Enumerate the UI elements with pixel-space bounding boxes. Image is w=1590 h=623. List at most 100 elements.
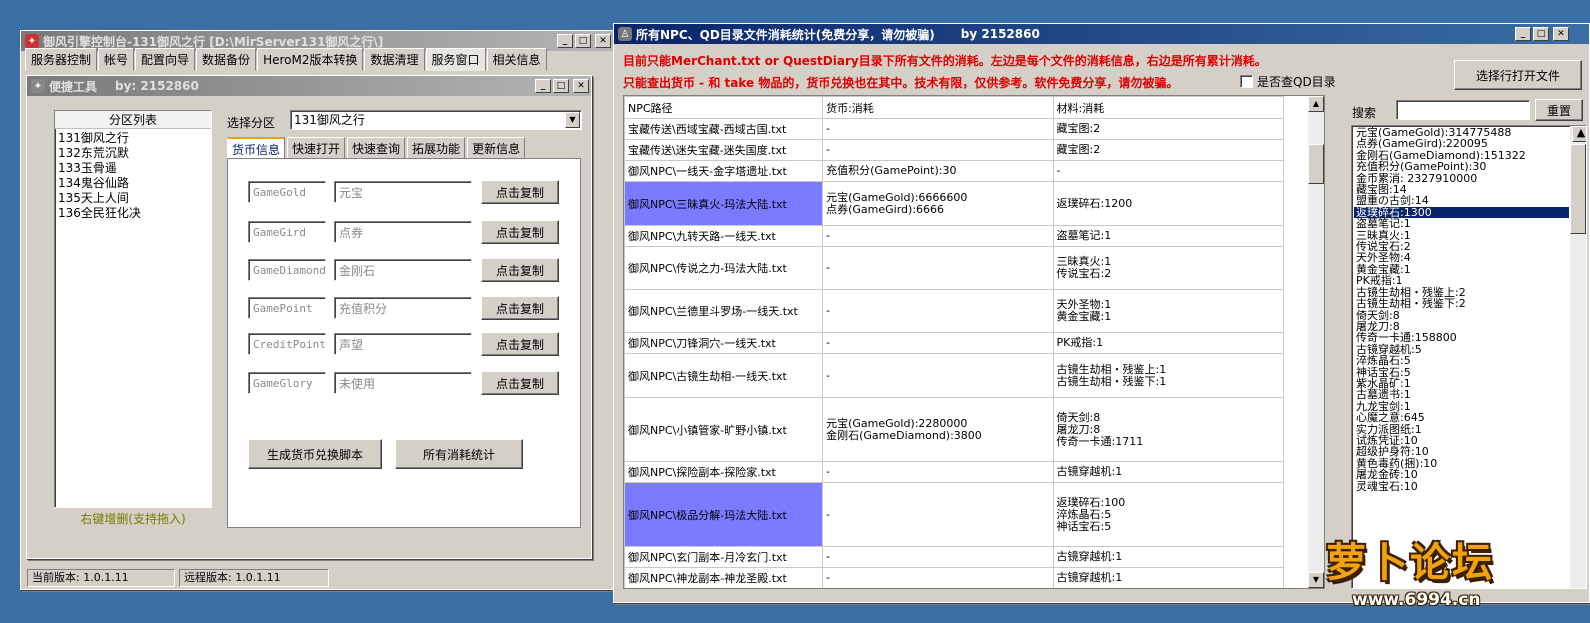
column-header-currency[interactable]: 货币:消耗 — [822, 96, 1054, 119]
maximize-button[interactable]: □ — [1533, 27, 1549, 41]
currency-cell[interactable]: 充值积分(GamePoint):30 — [822, 160, 1054, 182]
totals-item[interactable]: 屠龙金砖:10 — [1354, 469, 1569, 481]
partition-item[interactable]: 131御风之行 — [58, 131, 208, 146]
console-tab[interactable]: 帐号 — [98, 48, 135, 71]
console-tab[interactable]: 服务窗口 — [425, 48, 486, 71]
copy-button[interactable]: 点击复制 — [481, 296, 559, 320]
currency-cell[interactable]: - — [822, 546, 1054, 568]
column-header-npc-path[interactable]: NPC路径 — [624, 96, 824, 119]
totals-list[interactable]: 元宝(GameGold):314775488 点券(GameGird):22009… — [1351, 125, 1587, 589]
table-row[interactable]: 御风NPC\神龙副本-神龙圣殿.txt - 古镜穿越机:1 — [624, 567, 1285, 588]
scroll-thumb[interactable] — [1570, 144, 1586, 234]
material-cell[interactable]: 古镜生劫相・残鉴上:1 古镜生劫相・残鉴下:1 — [1052, 353, 1285, 398]
currency-name-field[interactable]: 声望 — [334, 333, 472, 355]
qd-checkbox[interactable]: 是否查QD目录 — [1240, 73, 1336, 90]
currency-cell[interactable]: - — [822, 289, 1054, 333]
material-cell[interactable]: PK戒指:1 — [1052, 332, 1285, 354]
totals-item[interactable]: 淬炼晶石:5 — [1354, 355, 1569, 367]
table-scrollbar[interactable]: ▲ ▼ — [1308, 96, 1324, 588]
currency-code-field[interactable]: GameGold — [248, 181, 326, 203]
copy-button[interactable]: 点击复制 — [481, 258, 559, 282]
currency-name-field[interactable]: 充值积分 — [334, 297, 472, 319]
npc-path-cell[interactable]: 御风NPC\传说之力-玛法大陆.txt — [624, 246, 824, 290]
npc-path-cell[interactable]: 御风NPC\古镜生劫相-一线天.txt — [624, 353, 824, 398]
checkbox-box[interactable] — [1240, 75, 1253, 88]
close-button[interactable]: ✕ — [573, 79, 589, 93]
close-button[interactable]: ✕ — [1553, 27, 1569, 41]
stats-titlebar[interactable]: ♙ 所有NPC、QD目录文件消耗统计(免费分享，请勿被骗) by 2152860… — [614, 24, 1589, 44]
npc-path-cell[interactable]: 御风NPC\刀锋洞穴-一线天.txt — [624, 332, 824, 354]
table-row[interactable]: 御风NPC\探险副本-探险家.txt - 古镜穿越机:1 — [624, 461, 1285, 483]
partition-list[interactable]: 分区列表 131御风之行 132东荒沉默 133玉骨遥 134鬼谷仙路 135天上人间 1… — [54, 110, 212, 508]
npc-path-cell[interactable]: 御风NPC\探险副本-探险家.txt — [624, 461, 824, 483]
material-cell[interactable]: 返璞碎石:100 淬炼晶石:5 神话宝石:5 — [1052, 482, 1285, 547]
table-row[interactable]: 御风NPC\古镜生劫相-一线天.txt - 古镜生劫相・残鉴上:1 古镜生劫相・残鉴下… — [624, 353, 1285, 398]
npc-path-cell[interactable]: 御风NPC\小镇管家-旷野小镇.txt — [624, 397, 824, 462]
npc-path-cell[interactable]: 宝藏传送\迷失宝藏-迷失国度.txt — [624, 139, 824, 161]
table-row[interactable]: 御风NPC\传说之力-玛法大陆.txt - 三昧真火:1 传说宝石:2 — [624, 246, 1285, 290]
material-cell[interactable]: 返璞碎石:1200 — [1052, 181, 1285, 226]
copy-button[interactable]: 点击复制 — [481, 332, 559, 356]
npc-path-cell[interactable]: 御风NPC\玄门副本-月冷玄门.txt — [624, 546, 824, 568]
scroll-up-arrow[interactable]: ▲ — [1308, 96, 1324, 112]
minimize-button[interactable]: _ — [557, 34, 573, 48]
currency-cell[interactable]: - — [822, 482, 1054, 547]
table-row[interactable]: 御风NPC\玄门副本-月冷玄门.txt - 古镜穿越机:1 — [624, 546, 1285, 568]
currency-cell[interactable]: 元宝(GameGold):6666600 点券(GameGird):6666 — [822, 181, 1054, 226]
material-cell[interactable]: 古镜穿越机:1 — [1052, 461, 1285, 483]
currency-code-field[interactable]: GamePoint — [248, 297, 326, 319]
partition-item[interactable]: 135天上人间 — [58, 191, 208, 206]
reset-button[interactable]: 重置 — [1535, 99, 1583, 121]
table-row[interactable]: 御风NPC\一线天-金字塔遗址.txt 充值积分(GamePoint):30 - — [624, 160, 1285, 182]
totals-scrollbar[interactable]: ▲ — [1570, 126, 1586, 588]
material-cell[interactable]: 藏宝图:2 — [1052, 139, 1285, 161]
totals-item[interactable]: 充值积分(GamePoint):30 — [1354, 161, 1569, 173]
maximize-button[interactable]: □ — [575, 34, 591, 48]
generate-script-button[interactable]: 生成货币兑换脚本 — [248, 439, 382, 469]
partition-item[interactable]: 134鬼谷仙路 — [58, 176, 208, 191]
table-row[interactable]: 御风NPC\九转天路-一线天.txt - 盗墓笔记:1 — [624, 225, 1285, 247]
copy-button[interactable]: 点击复制 — [481, 180, 559, 204]
totals-item[interactable]: 心魔之意:645 — [1354, 412, 1569, 424]
currency-code-field[interactable]: GameGlory — [248, 372, 326, 394]
table-row[interactable]: 御风NPC\极品分解-玛法大陆.txt - 返璞碎石:100 淬炼晶石:5 神话宝石:5 — [624, 482, 1285, 547]
currency-name-field[interactable]: 点券 — [334, 221, 472, 243]
npc-path-cell[interactable]: 御风NPC\九转天路-一线天.txt — [624, 225, 824, 247]
console-tab[interactable]: 配置向导 — [135, 48, 196, 71]
totals-item[interactable]: 盗墓笔记:1 — [1354, 218, 1569, 230]
currency-cell[interactable]: - — [822, 332, 1054, 354]
maximize-button[interactable]: □ — [553, 79, 569, 93]
currency-name-field[interactable]: 金刚石 — [334, 259, 472, 281]
table-row[interactable]: 御风NPC\刀锋洞穴-一线天.txt - PK戒指:1 — [624, 332, 1285, 354]
search-input[interactable] — [1396, 100, 1530, 120]
currency-cell[interactable]: 元宝(GameGold):2280000 金刚石(GameDiamond):380… — [822, 397, 1054, 462]
console-tab[interactable]: 相关信息 — [486, 48, 547, 71]
totals-item[interactable]: PK戒指:1 — [1354, 275, 1569, 287]
table-row[interactable]: 宝藏传送\西域宝藏-西域古国.txt - 藏宝图:2 — [624, 118, 1285, 140]
material-cell[interactable]: 古镜穿越机:1 — [1052, 546, 1285, 568]
currency-code-field[interactable]: CreditPoint — [248, 333, 326, 355]
table-row[interactable]: 御风NPC\兰德里斗罗场-一线天.txt - 天外圣物:1 黄金宝藏:1 — [624, 289, 1285, 333]
currency-code-field[interactable]: GameGird — [248, 221, 326, 243]
material-cell[interactable]: 盗墓笔记:1 — [1052, 225, 1285, 247]
console-tab[interactable]: 数据备份 — [196, 48, 257, 71]
currency-cell[interactable]: - — [822, 567, 1054, 588]
scroll-up-arrow[interactable]: ▲ — [1572, 126, 1586, 142]
currency-cell[interactable]: - — [822, 353, 1054, 398]
console-tab[interactable]: 数据清理 — [364, 48, 425, 71]
totals-item[interactable]: 古镜生劫相・残鉴下:2 — [1354, 298, 1569, 310]
npc-path-cell[interactable]: 御风NPC\兰德里斗罗场-一线天.txt — [624, 289, 824, 333]
npc-path-cell[interactable]: 御风NPC\极品分解-玛法大陆.txt — [624, 482, 824, 547]
material-cell[interactable]: 藏宝图:2 — [1052, 118, 1285, 140]
tool-titlebar[interactable]: ✦ 便捷工具 by: 2152860 _ □ ✕ — [27, 76, 591, 96]
material-cell[interactable]: 天外圣物:1 黄金宝藏:1 — [1052, 289, 1285, 333]
totals-item[interactable]: 灵魂宝石:10 — [1354, 480, 1569, 492]
table-row[interactable]: 御风NPC\三昧真火-玛法大陆.txt 元宝(GameGold):6666600 点… — [624, 181, 1285, 226]
close-button[interactable]: ✕ — [595, 34, 611, 48]
material-cell[interactable]: 倚天剑:8 屠龙刀:8 传奇一卡通:1711 — [1052, 397, 1285, 462]
console-tab[interactable]: HeroM2版本转换 — [257, 48, 364, 71]
currency-cell[interactable]: - — [822, 118, 1054, 140]
column-header-material[interactable]: 材料:消耗 — [1052, 96, 1285, 119]
npc-path-cell[interactable]: 御风NPC\三昧真火-玛法大陆.txt — [624, 181, 824, 226]
minimize-button[interactable]: _ — [535, 79, 551, 93]
